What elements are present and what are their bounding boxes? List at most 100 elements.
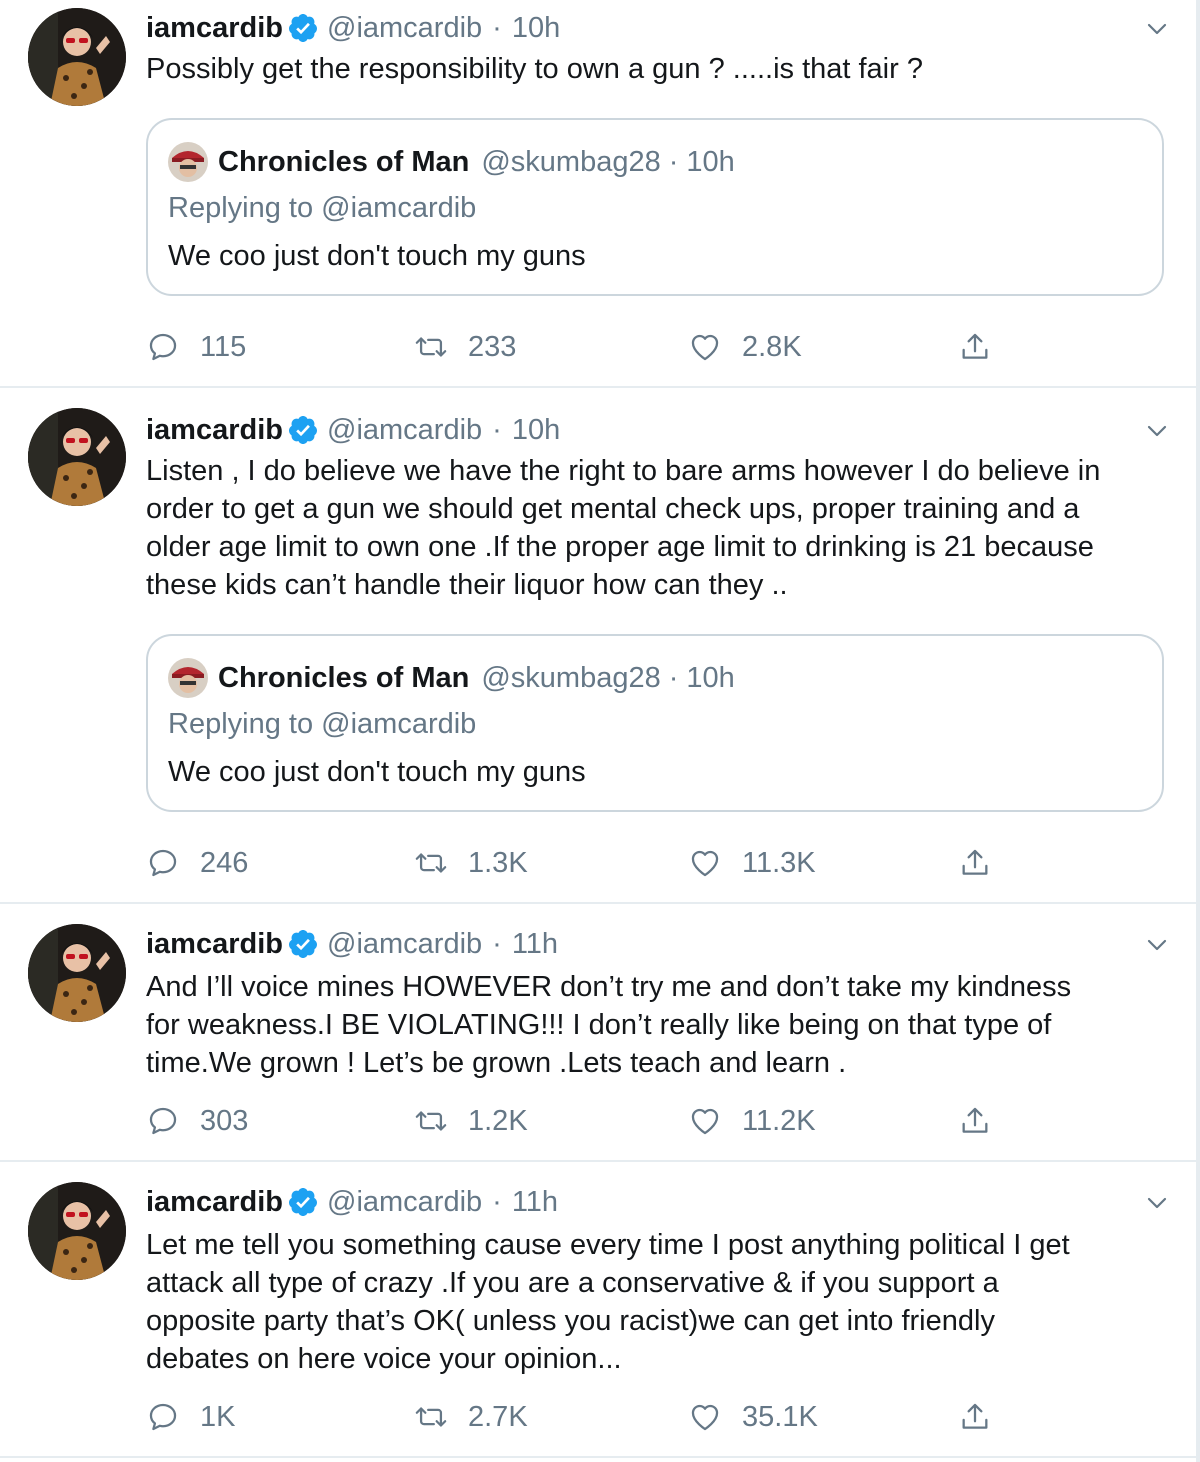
share-button[interactable] xyxy=(958,1397,992,1437)
retweet-button[interactable]: 1.2K xyxy=(414,1101,528,1141)
tweet-text-line: attack all type of crazy .If you are a c… xyxy=(146,1267,999,1299)
author-name[interactable]: iamcardib xyxy=(146,1186,283,1219)
retweet-button[interactable]: 233 xyxy=(414,327,516,367)
like-button[interactable]: 2.8K xyxy=(688,327,802,367)
tweet[interactable]: iamcardib @iamcardib · 10h Listen , I do… xyxy=(0,388,1196,904)
tweet[interactable]: iamcardib @iamcardib · 11h Let me tell y… xyxy=(0,1162,1196,1458)
reply-button[interactable]: 246 xyxy=(146,843,248,883)
action-bar: 1K 2.7K 35.1K xyxy=(146,1397,1046,1437)
author-handle[interactable]: @iamcardib xyxy=(327,12,482,45)
reply-count: 303 xyxy=(200,1104,249,1137)
avatar[interactable] xyxy=(28,8,126,106)
chevron-down-icon[interactable] xyxy=(1146,934,1168,956)
timestamp[interactable]: 11h xyxy=(512,1186,558,1219)
quoted-timestamp[interactable]: 10h xyxy=(686,662,734,695)
retweet-button[interactable]: 1.3K xyxy=(414,843,528,883)
like-button[interactable]: 11.2K xyxy=(688,1101,816,1141)
author-handle[interactable]: @iamcardib xyxy=(327,1186,482,1219)
like-count: 2.8K xyxy=(742,330,802,363)
share-upload-icon xyxy=(962,1107,988,1133)
retweet-count: 1.3K xyxy=(468,846,528,879)
retweet-count: 233 xyxy=(468,330,517,363)
chevron-down-icon[interactable] xyxy=(1146,18,1168,40)
reply-button[interactable]: 1K xyxy=(146,1397,235,1437)
retweet-icon xyxy=(415,853,447,873)
author-name[interactable]: iamcardib xyxy=(146,414,283,447)
reply-button[interactable]: 303 xyxy=(146,1101,248,1141)
author-handle[interactable]: @iamcardib xyxy=(327,414,482,447)
tweet-text: Let me tell you something cause every ti… xyxy=(146,1226,1166,1378)
avatar[interactable] xyxy=(28,408,126,506)
quoted-tweet[interactable]: Chronicles of Man @skumbag28 · 10h Reply… xyxy=(146,118,1164,296)
quoted-author-handle[interactable]: @skumbag28 xyxy=(481,146,660,179)
timeline-border xyxy=(1196,0,1200,1462)
quoted-author-handle[interactable]: @skumbag28 xyxy=(481,662,660,695)
action-bar: 303 1.2K 11.2K xyxy=(146,1101,1046,1141)
quoted-tweet[interactable]: Chronicles of Man @skumbag28 · 10h Reply… xyxy=(146,634,1164,812)
tweet-text-line: Listen , I do believe we have the right … xyxy=(146,455,1101,487)
separator: · xyxy=(492,1185,502,1218)
like-button[interactable]: 11.3K xyxy=(688,843,816,883)
reply-count: 246 xyxy=(200,846,249,879)
tweet-text: Listen , I do believe we have the right … xyxy=(146,452,1166,604)
replying-to-prefix: Replying to xyxy=(168,192,322,224)
replying-to-mention[interactable]: @iamcardib xyxy=(321,192,476,224)
heart-icon xyxy=(691,1404,719,1431)
replying-to-mention[interactable]: @iamcardib xyxy=(321,708,476,740)
action-bar: 115 233 2.8K xyxy=(146,327,1046,367)
share-button[interactable] xyxy=(958,327,992,367)
replying-to-prefix: Replying to xyxy=(168,708,322,740)
tweet[interactable]: iamcardib @iamcardib · 11h And I’ll voic… xyxy=(0,904,1196,1162)
action-bar: 246 1.3K 11.3K xyxy=(146,843,1046,883)
tweet-header: iamcardib @iamcardib · 11h xyxy=(146,1184,558,1220)
share-upload-icon xyxy=(962,849,988,875)
retweet-icon xyxy=(415,1111,447,1131)
quoted-text: We coo just don't touch my guns xyxy=(168,756,586,788)
quoted-author-name[interactable]: Chronicles of Man xyxy=(218,662,469,695)
share-button[interactable] xyxy=(958,1101,992,1141)
replying-to: Replying to @iamcardib xyxy=(168,708,476,741)
quoted-header: Chronicles of Man @skumbag28 · 10h xyxy=(218,660,735,696)
avatar xyxy=(168,658,208,698)
reply-bubble-icon xyxy=(149,333,177,361)
author-handle[interactable]: @iamcardib xyxy=(327,928,482,961)
separator: · xyxy=(492,927,502,960)
timestamp[interactable]: 10h xyxy=(512,414,560,447)
like-count: 11.2K xyxy=(742,1104,816,1137)
tweet-text-line: And I’ll voice mines HOWEVER don’t try m… xyxy=(146,971,1072,1003)
tweet-text-line: Let me tell you something cause every ti… xyxy=(146,1229,1070,1261)
author-name[interactable]: iamcardib xyxy=(146,928,283,961)
separator: · xyxy=(668,661,679,694)
reply-count: 115 xyxy=(200,330,247,363)
verified-badge-icon xyxy=(288,14,317,42)
share-upload-icon xyxy=(962,1403,988,1429)
reply-button[interactable]: 115 xyxy=(146,327,246,367)
tweet-text-line: older age limit to own one .If the prope… xyxy=(146,531,1094,563)
chevron-down-icon[interactable] xyxy=(1146,420,1168,442)
avatar[interactable] xyxy=(28,1182,126,1280)
retweet-icon xyxy=(415,337,447,357)
avatar[interactable] xyxy=(28,924,126,1022)
verified-badge-icon xyxy=(288,930,317,958)
tweet-text-line: order to get a gun we should get mental … xyxy=(146,493,1080,525)
timestamp[interactable]: 11h xyxy=(512,928,558,961)
chevron-down-icon[interactable] xyxy=(1146,1192,1168,1214)
timestamp[interactable]: 10h xyxy=(512,12,560,45)
tweet-text-line: opposite party that’s OK( unless you rac… xyxy=(146,1305,995,1337)
tweet[interactable]: iamcardib @iamcardib · 10h Possibly get … xyxy=(0,0,1196,388)
tweet-text-line: time.We grown ! Let’s be grown .Lets tea… xyxy=(146,1047,847,1079)
verified-badge-icon xyxy=(288,416,317,444)
reply-bubble-icon xyxy=(149,1403,177,1431)
author-name[interactable]: iamcardib xyxy=(146,12,283,45)
avatar xyxy=(168,142,208,182)
quoted-author-name[interactable]: Chronicles of Man xyxy=(218,146,469,179)
quoted-timestamp[interactable]: 10h xyxy=(686,146,734,179)
separator: · xyxy=(492,413,502,446)
heart-icon xyxy=(691,1108,719,1135)
like-button[interactable]: 35.1K xyxy=(688,1397,818,1437)
quoted-header: Chronicles of Man @skumbag28 · 10h xyxy=(218,144,735,180)
tweet-text-line: these kids can’t handle their liquor how… xyxy=(146,569,788,601)
retweet-button[interactable]: 2.7K xyxy=(414,1397,528,1437)
heart-icon xyxy=(691,334,719,361)
share-button[interactable] xyxy=(958,843,992,883)
